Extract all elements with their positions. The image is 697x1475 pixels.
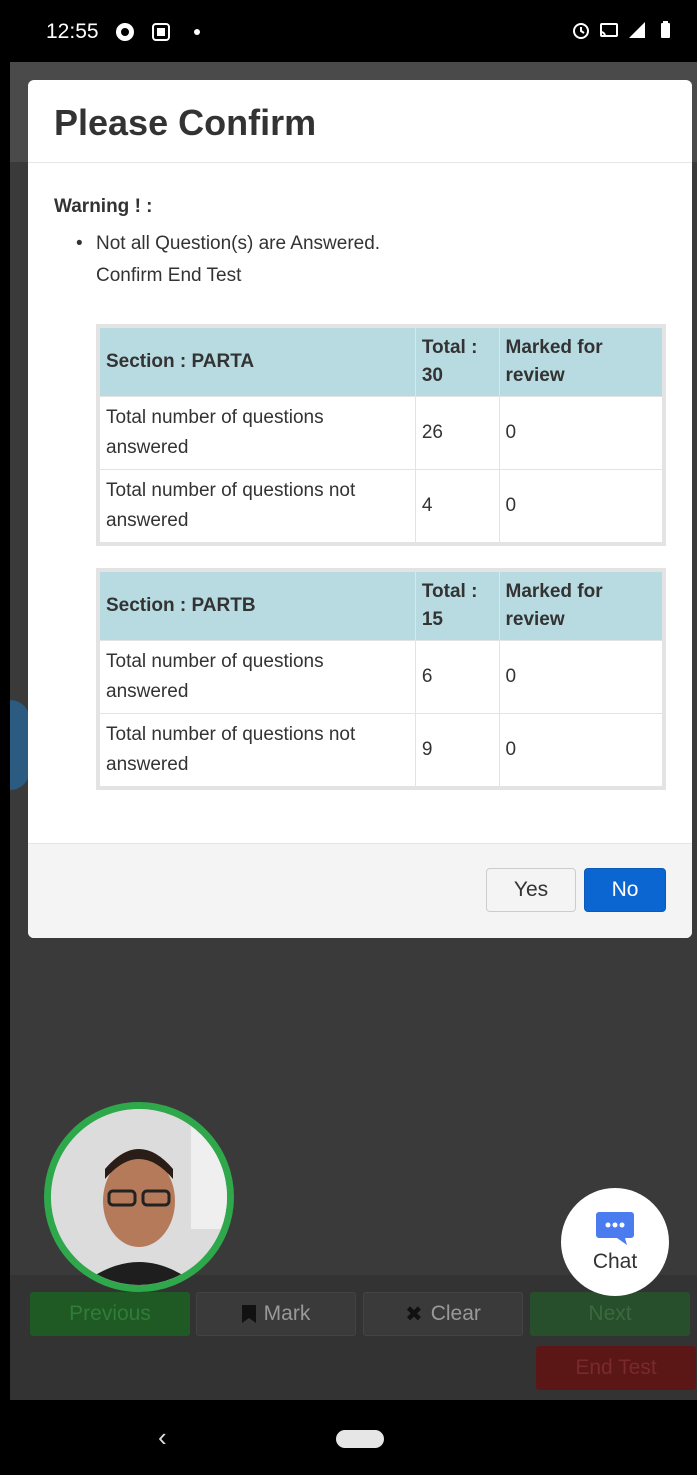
marked-header: Marked for review <box>498 325 665 397</box>
clear-button[interactable]: ✖ Clear <box>363 1292 523 1336</box>
table-header-row: Section : PARTA Total : 30 Marked for rev… <box>97 325 665 397</box>
alarm-icon <box>573 23 589 39</box>
total-value: 30 <box>421 365 443 386</box>
row-label: Total number of questions answered <box>97 640 416 714</box>
mark-label: Mark <box>263 1302 311 1325</box>
status-icons-right <box>571 20 675 40</box>
signal-icon <box>629 22 645 38</box>
no-button[interactable]: No <box>584 868 666 912</box>
status-icons-left <box>115 22 207 42</box>
row-label: Total number of questions not answered <box>97 469 416 545</box>
table-row: Total number of questions answered 26 0 <box>97 396 665 470</box>
close-icon: ✖ <box>405 1302 423 1326</box>
status-bar: 12:55 <box>10 0 697 62</box>
total-header: Total : 15 <box>414 569 500 641</box>
section-header: Section : PARTA <box>97 325 416 397</box>
yes-button[interactable]: Yes <box>486 868 576 912</box>
chat-label: Chat <box>592 1250 638 1273</box>
bookmark-icon <box>241 1305 256 1323</box>
warning-label: Warning ! : <box>54 196 153 217</box>
divider <box>28 162 692 163</box>
row-count: 26 <box>414 396 500 470</box>
dialog-footer: Yes No <box>28 843 692 938</box>
warning-message: Not all Question(s) are Answered. Confir… <box>96 228 380 292</box>
system-nav-bar: ‹ <box>10 1400 697 1475</box>
row-label: Total number of questions not answered <box>97 713 416 789</box>
next-button[interactable]: Next <box>530 1292 690 1336</box>
row-marked: 0 <box>498 713 665 789</box>
cast-icon <box>600 23 618 37</box>
total-label: Total : <box>421 581 478 602</box>
status-time: 12:55 <box>46 20 99 43</box>
previous-button[interactable]: Previous <box>30 1292 190 1336</box>
end-test-label: End Test <box>575 1356 657 1379</box>
total-value: 15 <box>421 609 443 630</box>
section-summary-table: Section : PARTB Total : 15 Marked for rev… <box>96 568 666 790</box>
battery-icon <box>661 21 670 38</box>
row-marked: 0 <box>498 469 665 545</box>
table-row: Total number of questions not answered 9… <box>97 713 665 789</box>
row-marked: 0 <box>498 640 665 714</box>
back-icon[interactable]: ‹ <box>158 1422 167 1453</box>
table-row: Total number of questions answered 6 0 <box>97 640 665 714</box>
mark-button[interactable]: Mark <box>196 1292 356 1336</box>
phone-screen: 12:55 Previous Mark ✖ Clear Next End Tes… <box>10 0 697 1475</box>
chat-button[interactable]: Chat <box>561 1188 669 1296</box>
dot-icon <box>194 29 200 35</box>
chrome-icon <box>116 23 134 41</box>
row-label: Total number of questions answered <box>97 396 416 470</box>
section-summary-table: Section : PARTA Total : 30 Marked for rev… <box>96 324 666 546</box>
confirm-dialog: Please Confirm Warning ! : • Not all Que… <box>28 80 692 938</box>
table-header-row: Section : PARTB Total : 15 Marked for rev… <box>97 569 665 641</box>
row-count: 9 <box>414 713 500 789</box>
next-label: Next <box>588 1302 632 1325</box>
home-pill[interactable] <box>336 1430 384 1448</box>
previous-label: Previous <box>69 1302 151 1325</box>
end-test-button[interactable]: End Test <box>536 1346 696 1390</box>
total-header: Total : 30 <box>414 325 500 397</box>
background-side-tab <box>10 700 30 790</box>
warning-line-2: Confirm End Test <box>96 265 242 286</box>
row-count: 6 <box>414 640 500 714</box>
person-video-image <box>51 1109 227 1285</box>
marked-header: Marked for review <box>498 569 665 641</box>
table-row: Total number of questions not answered 4… <box>97 469 665 545</box>
section-header: Section : PARTB <box>97 569 416 641</box>
chat-bubble-icon <box>596 1212 634 1245</box>
calculator-icon <box>152 23 170 41</box>
row-marked: 0 <box>498 396 665 470</box>
bullet-icon: • <box>76 233 83 254</box>
webcam-preview[interactable] <box>44 1102 234 1292</box>
dialog-title: Please Confirm <box>54 102 317 143</box>
row-count: 4 <box>414 469 500 545</box>
clear-label: Clear <box>430 1302 481 1325</box>
warning-line-1: Not all Question(s) are Answered. <box>96 233 381 254</box>
total-label: Total : <box>421 337 478 358</box>
